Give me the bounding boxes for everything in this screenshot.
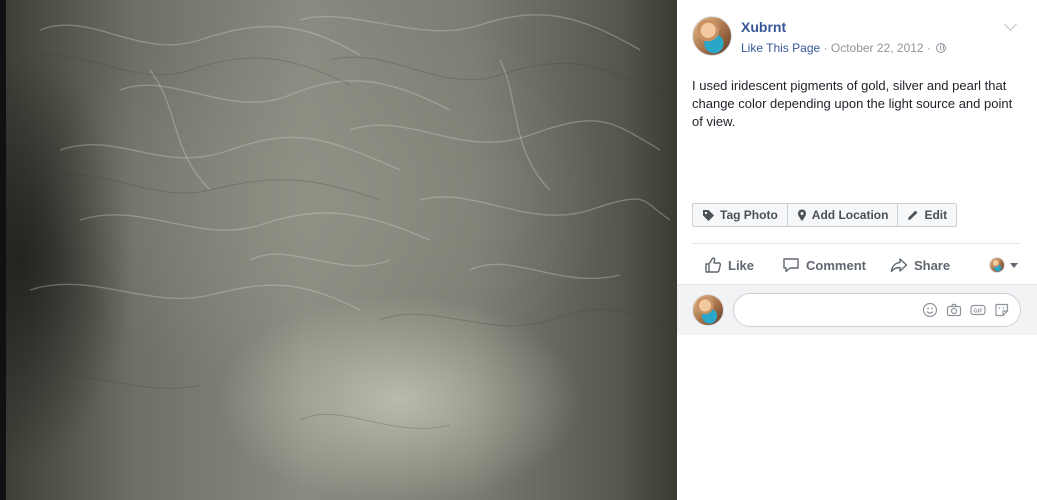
actor-avatar — [989, 257, 1005, 273]
author-name[interactable]: Xubrnt — [741, 19, 786, 35]
actor-selector[interactable] — [989, 257, 1018, 273]
speech-bubble-icon — [783, 258, 799, 273]
photo-edge — [0, 0, 6, 500]
photo-texture — [19, 14, 671, 429]
sticker-icon[interactable] — [994, 302, 1010, 318]
author-avatar[interactable] — [692, 16, 732, 56]
post-side-panel: Xubrnt Like This Page · October 22, 2012… — [677, 0, 1037, 500]
commenter-avatar — [692, 294, 724, 326]
map-pin-icon — [797, 209, 806, 221]
meta-separator: · — [823, 41, 828, 55]
add-location-label: Add Location — [811, 208, 889, 222]
comment-composer: GIF — [677, 284, 1037, 335]
tag-photo-button[interactable]: Tag Photo — [693, 204, 788, 226]
like-label: Like — [728, 257, 755, 273]
tag-icon — [703, 209, 714, 221]
like-button[interactable]: Like — [704, 256, 754, 274]
share-label: Share — [913, 257, 951, 273]
edit-button[interactable]: Edit — [898, 204, 956, 226]
comment-input[interactable] — [746, 302, 906, 317]
pencil-icon — [908, 210, 918, 220]
divider — [692, 243, 1020, 244]
thumbs-up-icon — [705, 257, 722, 273]
meta-separator-2: · — [926, 41, 931, 55]
post-date[interactable]: October 22, 2012 — [831, 41, 924, 55]
add-location-button[interactable]: Add Location — [788, 204, 899, 226]
edit-label: Edit — [924, 208, 948, 222]
camera-icon[interactable] — [946, 302, 962, 318]
globe-icon[interactable] — [936, 43, 947, 53]
comment-input-icons: GIF — [922, 302, 1010, 318]
comment-input-box[interactable]: GIF — [733, 293, 1021, 327]
tag-photo-label: Tag Photo — [720, 208, 778, 222]
comment-label: Comment — [806, 257, 866, 273]
caret-down-icon — [1010, 262, 1018, 268]
share-arrow-icon — [890, 258, 908, 273]
share-button[interactable]: Share — [890, 256, 950, 274]
post-meta: Like This Page · October 22, 2012 · — [741, 41, 947, 55]
gif-icon[interactable]: GIF — [970, 302, 986, 318]
smiley-icon[interactable] — [922, 302, 938, 318]
photo-viewer[interactable] — [0, 0, 677, 500]
svg-text:GIF: GIF — [973, 309, 983, 315]
chevron-down-icon[interactable] — [1004, 18, 1017, 31]
post-action-bar: Like Comment Share — [692, 252, 1020, 278]
comment-button[interactable]: Comment — [782, 256, 866, 274]
post-caption: I used iridescent pigments of gold, silv… — [692, 78, 1013, 129]
photo-actions-bar: Tag Photo Add Location Edit — [692, 203, 958, 227]
like-page-link[interactable]: Like This Page — [741, 41, 820, 55]
